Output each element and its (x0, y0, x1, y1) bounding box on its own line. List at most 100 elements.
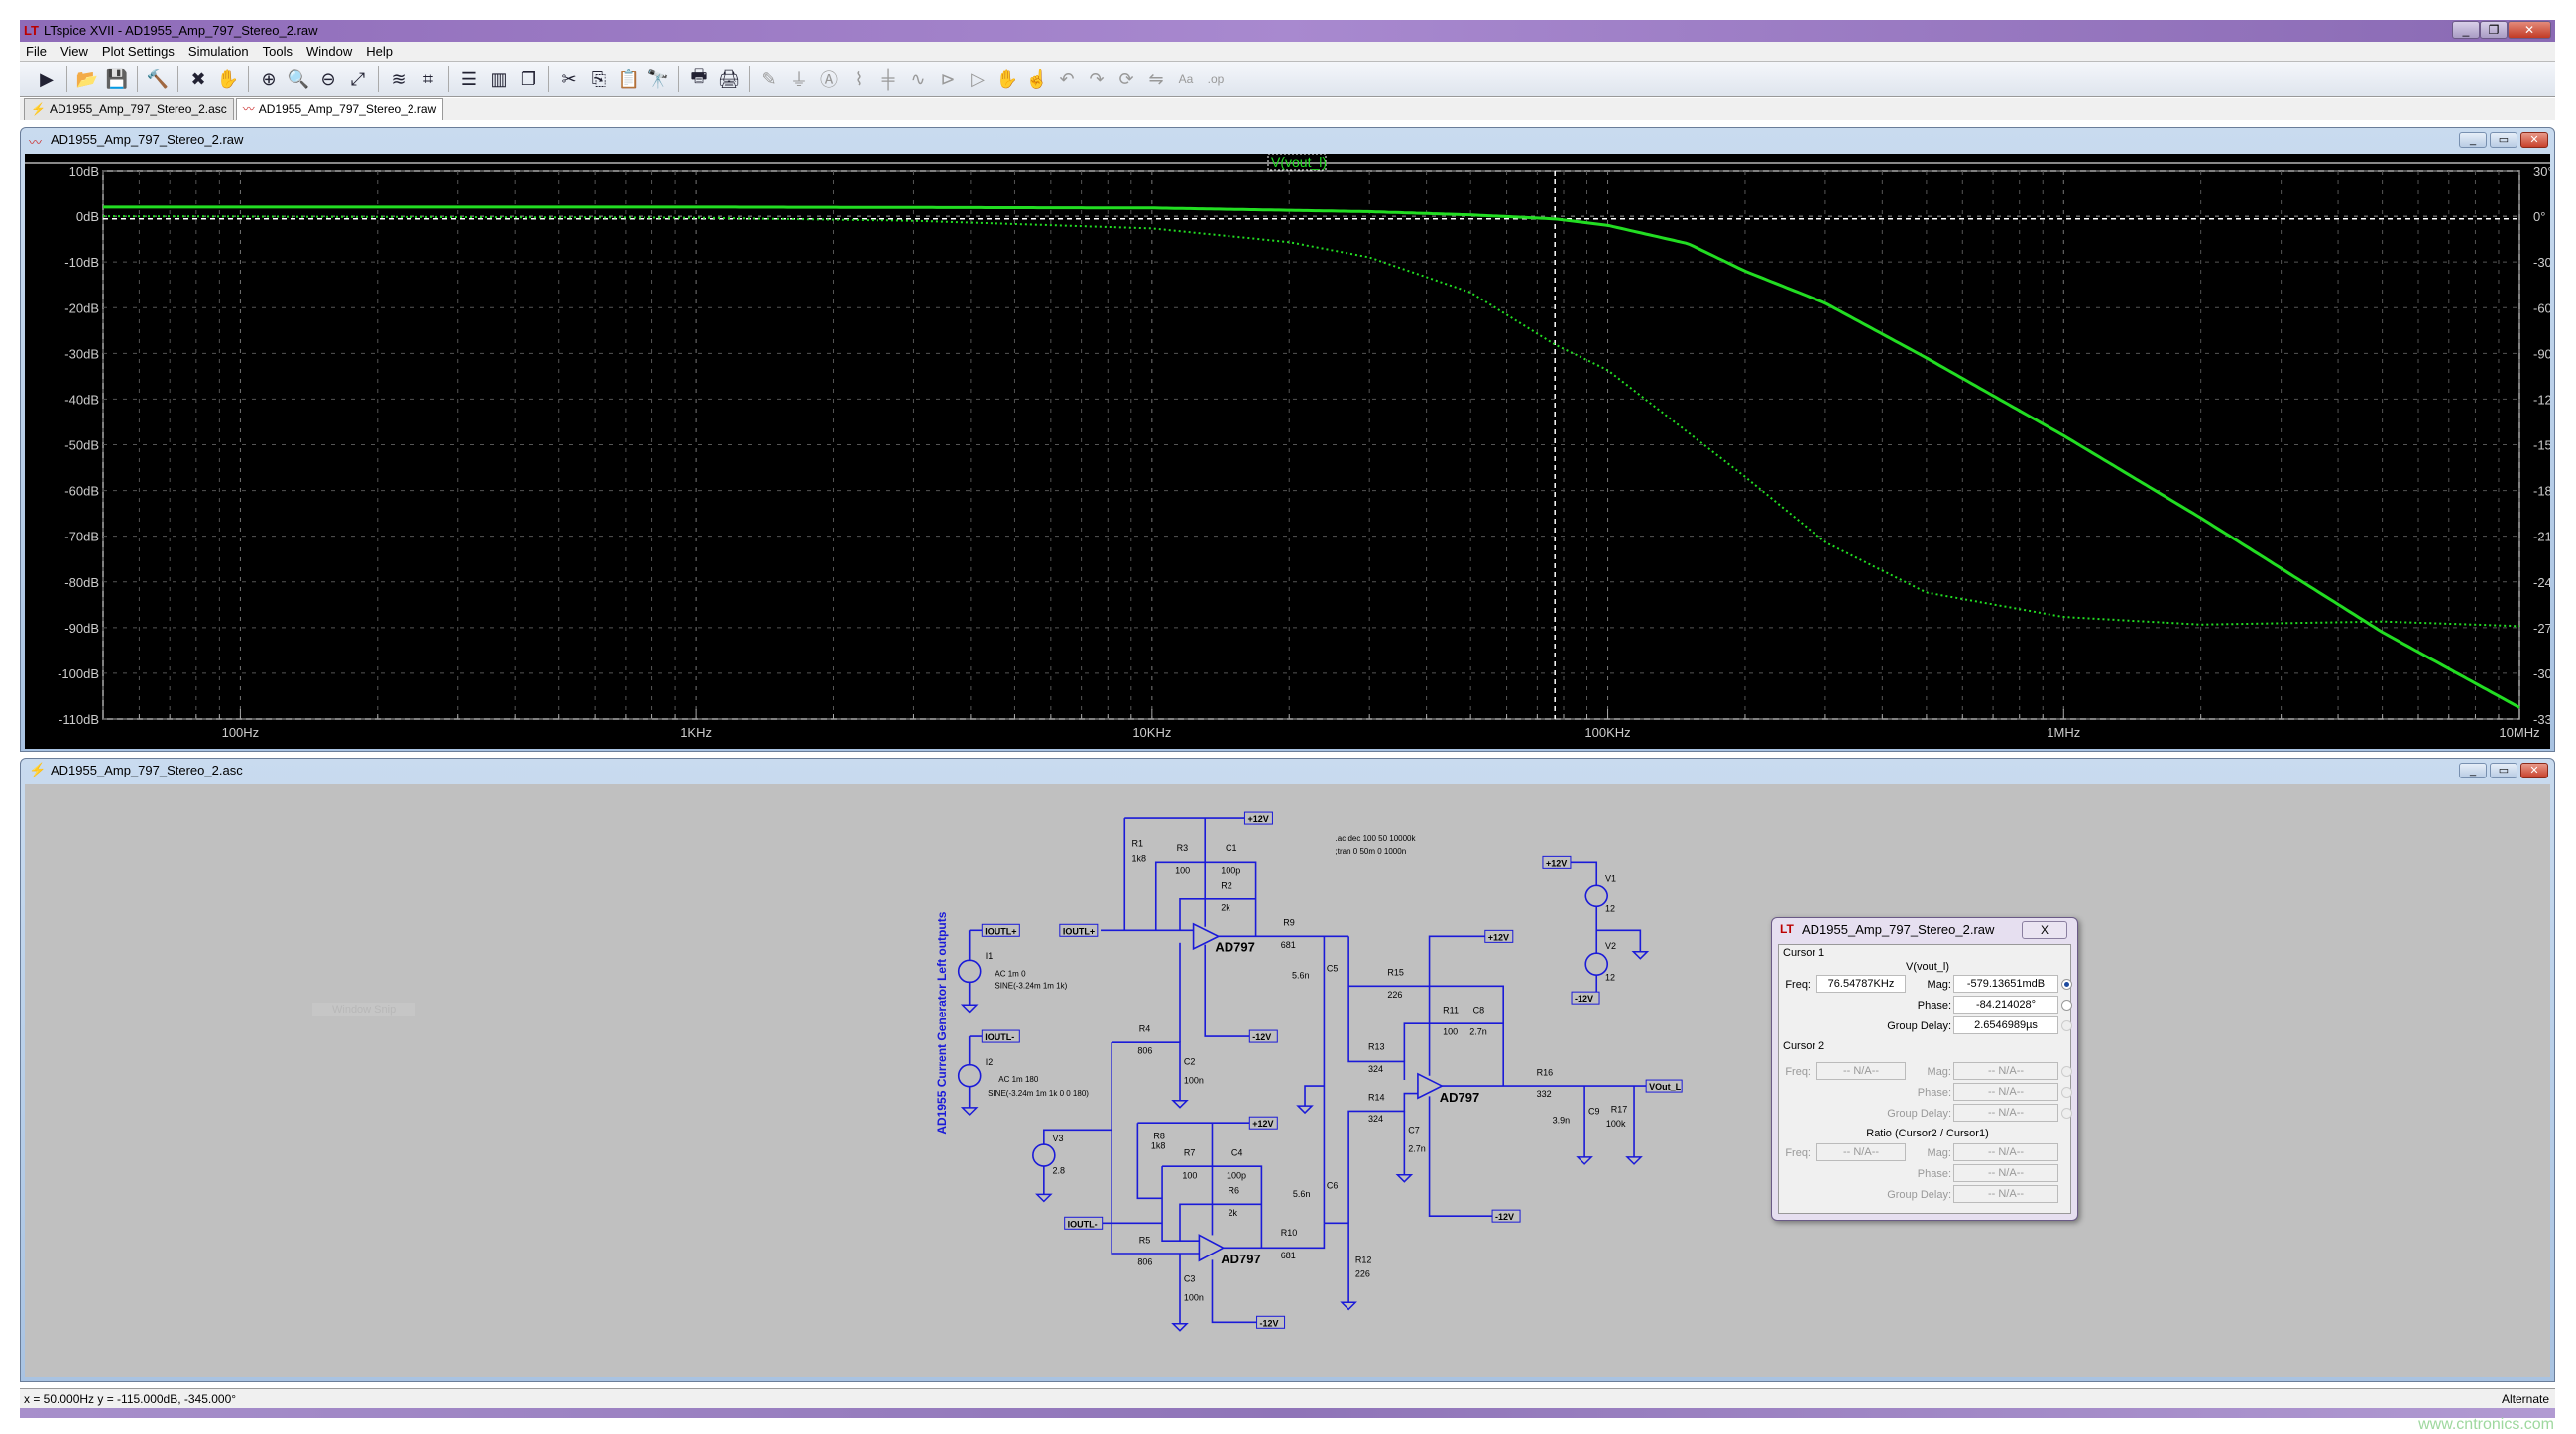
component-value-c6: 5.6n (1293, 1189, 1311, 1199)
open-icon[interactable]: 📂 (74, 66, 100, 92)
control-panel-icon[interactable]: 🔨 (145, 66, 171, 92)
wire (1223, 1223, 1326, 1250)
ratio-freq-field[interactable]: -- N/A-- (1816, 1143, 1906, 1161)
source-spec-i2: SINE(-3.24m 1m 1k 0 0 180) (988, 1089, 1089, 1098)
menu-help[interactable]: Help (366, 42, 393, 61)
menu-tools[interactable]: Tools (263, 42, 293, 61)
autorange-icon[interactable]: ≋ (386, 66, 411, 92)
paste-icon[interactable]: 📋 (616, 66, 642, 92)
find-icon[interactable]: 🔭 (645, 66, 671, 92)
cursor-dialog-close-button[interactable]: X (2022, 921, 2067, 939)
spice-directive: ;tran 0 50m 0 1000n (1336, 847, 1407, 856)
redo-icon[interactable]: ↷ (1084, 66, 1110, 92)
tile-horizontal-icon[interactable]: ☰ (456, 66, 482, 92)
menu-plot-settings[interactable]: Plot Settings (102, 42, 175, 61)
restore-button[interactable]: ❐ (2480, 21, 2508, 39)
waveform-maximize-button[interactable]: ▭ (2490, 132, 2517, 148)
label-net-icon[interactable]: Ⓐ (816, 66, 842, 92)
cursor1-group-delay-field[interactable]: 2.6546989µs (1953, 1016, 2058, 1034)
resistor-icon[interactable]: ⌇ (846, 66, 872, 92)
source-spec-i1: AC 1m 0 (995, 970, 1026, 979)
cursor2-freq-field[interactable]: -- N/A-- (1816, 1062, 1906, 1080)
toolbar-separator (378, 66, 379, 92)
plot-pane[interactable]: 10dB 30° 0dB 0° -10dB -30° -20dB -60° -30dB -90° -… (25, 153, 2564, 749)
cursor1-mag-radio[interactable] (2061, 979, 2072, 990)
wire (1304, 1085, 1325, 1107)
zoom-box-icon[interactable]: 🔍 (286, 66, 311, 92)
ground-icon (1625, 1156, 1643, 1165)
draw-wire-icon[interactable]: ✎ (757, 66, 782, 92)
component-icon[interactable]: ▷ (965, 66, 991, 92)
waveform-close-button[interactable]: ✕ (2520, 132, 2548, 148)
cursor1-mag-field[interactable]: -579.13651mdB (1953, 975, 2058, 993)
cursor1-phase-radio[interactable] (2061, 1000, 2072, 1011)
spice-directive-icon[interactable]: .op (1203, 66, 1229, 92)
menu-file[interactable]: File (26, 42, 47, 61)
cursor2-mag-field[interactable]: -- N/A-- (1953, 1062, 2058, 1080)
component-value-r16: 332 (1537, 1089, 1552, 1099)
cursor2-group-delay-field[interactable]: -- N/A-- (1953, 1104, 2058, 1122)
menu-view[interactable]: View (60, 42, 88, 61)
mirror-icon[interactable]: ⇋ (1143, 66, 1169, 92)
schematic-canvas[interactable]: Window Snip +12V +12V +12V +12V -12V -12V -12V… (25, 784, 2550, 1377)
cursor1-phase-field[interactable]: -84.214028° (1953, 996, 2058, 1014)
cursor2-phase-field[interactable]: -- N/A-- (1953, 1083, 2058, 1101)
tab-asc[interactable]: ⚡ AD1955_Amp_797_Stereo_2.asc (24, 98, 234, 120)
tile-vertical-icon[interactable]: ▥ (486, 66, 512, 92)
y-left-tick-label: -90dB (64, 621, 99, 636)
run-icon[interactable]: ▶ (34, 66, 59, 92)
minimize-button[interactable]: _ (2452, 21, 2480, 39)
component-ref-r7: R7 (1184, 1147, 1196, 1157)
toolbar-separator (548, 66, 549, 92)
zoom-fit-icon[interactable]: ⤢ (345, 66, 371, 92)
text-icon[interactable]: Aa (1173, 66, 1199, 92)
zoom-in-icon[interactable]: ⊕ (256, 66, 282, 92)
copy-icon[interactable]: ⎘ (586, 66, 612, 92)
undo-icon[interactable]: ↶ (1054, 66, 1080, 92)
net-label: +12V (1546, 858, 1567, 868)
ground-icon (1576, 1156, 1593, 1165)
cut-icon[interactable]: ✂ (556, 66, 582, 92)
ratio-mag-field[interactable]: -- N/A-- (1953, 1143, 2058, 1161)
cascade-icon[interactable]: ❐ (516, 66, 541, 92)
waveform-minimize-button[interactable]: _ (2459, 132, 2487, 148)
status-bar: x = 50.000Hz y = -115.000dB, -345.000° A… (20, 1388, 2555, 1408)
schematic-drawing[interactable]: +12V +12V +12V +12V -12V -12V -12V -12V IOUTL+ IO… (25, 784, 2550, 1377)
schematic-close-button[interactable]: ✕ (2520, 763, 2548, 778)
schematic-minimize-button[interactable]: _ (2459, 763, 2487, 778)
move-icon[interactable]: ✋ (995, 66, 1020, 92)
menu-simulation[interactable]: Simulation (188, 42, 249, 61)
rotate-icon[interactable]: ⟳ (1113, 66, 1139, 92)
component-ref-r6: R6 (1228, 1186, 1239, 1196)
mark-icon[interactable]: ⌗ (415, 66, 441, 92)
cursor1-group-delay-radio[interactable] (2061, 1020, 2072, 1031)
capacitor-icon[interactable]: ╪ (876, 66, 901, 92)
diode-icon[interactable]: ⊳ (935, 66, 961, 92)
menu-window[interactable]: Window (306, 42, 352, 61)
schematic-maximize-button[interactable]: ▭ (2490, 763, 2517, 778)
pan-hand-icon[interactable]: ✋ (215, 66, 241, 92)
tab-raw[interactable]: 〰 AD1955_Amp_797_Stereo_2.raw (235, 98, 444, 120)
schematic-window: AD1955_Amp_797_Stereo_2.asc ⚡ _ ▭ ✕ Window… (20, 758, 2555, 1382)
phase-trace (103, 215, 2520, 628)
y-right-tick-label: -180° (2533, 484, 2550, 499)
halt-icon[interactable]: ✖ (185, 66, 211, 92)
component-value-r2: 2k (1221, 903, 1230, 913)
print-setup-icon[interactable]: 🖨 (716, 66, 742, 92)
ratio-group-delay-field[interactable]: -- N/A-- (1953, 1185, 2058, 1203)
inductor-icon[interactable]: ∿ (905, 66, 931, 92)
cursor2-group-delay-radio[interactable] (2061, 1108, 2072, 1119)
component-ref-i2: I2 (986, 1057, 994, 1067)
cursor1-freq-field[interactable]: 76.54787KHz (1816, 975, 1906, 993)
cursor2-mag-radio[interactable] (2061, 1066, 2072, 1077)
ratio-phase-field[interactable]: -- N/A-- (1953, 1164, 2058, 1182)
zoom-out-icon[interactable]: ⊖ (315, 66, 341, 92)
ground-icon[interactable]: ⏚ (786, 66, 812, 92)
source-symbol (957, 959, 982, 984)
save-icon[interactable]: 💾 (104, 66, 130, 92)
drag-icon[interactable]: ☝ (1024, 66, 1050, 92)
cursor2-phase-radio[interactable] (2061, 1087, 2072, 1098)
print-icon[interactable]: 🖶 (686, 66, 712, 92)
close-button[interactable]: ✕ (2508, 21, 2551, 39)
bode-plot[interactable]: 10dB 30° 0dB 0° -10dB -30° -20dB -60° -30dB -90° -… (25, 153, 2564, 749)
